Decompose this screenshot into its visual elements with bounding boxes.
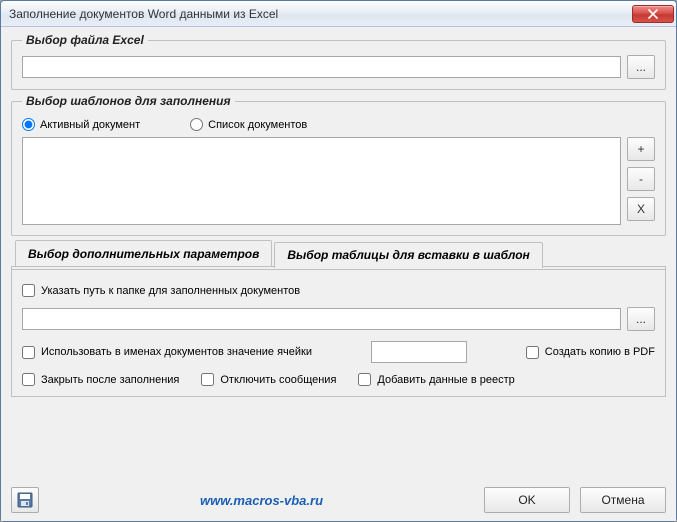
tab-content-params: Указать путь к папке для заполненных док… xyxy=(12,269,665,396)
close-after-label: Закрыть после заполнения xyxy=(41,374,179,386)
templates-legend: Выбор шаблонов для заполнения xyxy=(22,94,235,108)
params-tabgroup: Выбор дополнительных параметров Выбор та… xyxy=(11,240,666,397)
window-title: Заполнение документов Word данными из Ex… xyxy=(9,7,632,21)
output-path-row: Указать путь к папке для заполненных док… xyxy=(22,284,655,297)
mute-label: Отключить сообщения xyxy=(220,374,336,386)
radio-active-document[interactable]: Активный документ xyxy=(22,118,140,131)
templates-listbox[interactable] xyxy=(22,137,621,225)
radio-active-label: Активный документ xyxy=(40,119,140,131)
tabstrip: Выбор дополнительных параметров Выбор та… xyxy=(15,239,666,265)
excel-path-input[interactable] xyxy=(22,56,621,78)
floppy-icon xyxy=(17,492,33,508)
footer-url: www.macros-vba.ru xyxy=(49,493,474,508)
use-cell-checkbox[interactable] xyxy=(22,346,35,359)
close-button[interactable] xyxy=(632,5,674,23)
radio-list-input[interactable] xyxy=(190,118,203,131)
output-path-input[interactable] xyxy=(22,308,621,330)
tab-additional-params[interactable]: Выбор дополнительных параметров xyxy=(15,240,272,266)
output-path-label: Указать путь к папке для заполненных док… xyxy=(41,285,300,297)
titlebar: Заполнение документов Word данными из Ex… xyxy=(1,1,676,27)
templates-group: Выбор шаблонов для заполнения Активный д… xyxy=(11,94,666,236)
excel-browse-button[interactable]: ... xyxy=(627,55,655,79)
output-browse-button[interactable]: ... xyxy=(627,307,655,331)
template-add-button[interactable]: + xyxy=(627,137,655,161)
pdf-checkbox[interactable] xyxy=(526,346,539,359)
radio-list-label: Список документов xyxy=(208,119,307,131)
close-after-checkbox[interactable] xyxy=(22,373,35,386)
use-cell-label: Использовать в именах документов значени… xyxy=(41,346,312,358)
excel-legend: Выбор файла Excel xyxy=(22,33,148,47)
mute-checkbox[interactable] xyxy=(201,373,214,386)
radio-document-list[interactable]: Список документов xyxy=(190,118,307,131)
save-button[interactable] xyxy=(11,487,39,513)
registry-label: Добавить данные в реестр xyxy=(377,374,514,386)
cell-value-input[interactable] xyxy=(371,341,467,363)
footer: www.macros-vba.ru OK Отмена xyxy=(1,481,676,521)
content-area: Выбор файла Excel ... Выбор шаблонов для… xyxy=(1,27,676,481)
pdf-label: Создать копию в PDF xyxy=(545,346,655,358)
radio-active-input[interactable] xyxy=(22,118,35,131)
cancel-button[interactable]: Отмена xyxy=(580,487,666,513)
main-window: Заполнение документов Word данными из Ex… xyxy=(0,0,677,522)
ok-button[interactable]: OK xyxy=(484,487,570,513)
template-remove-button[interactable]: - xyxy=(627,167,655,191)
tab-table-insert[interactable]: Выбор таблицы для вставки в шаблон xyxy=(274,242,542,268)
output-path-checkbox[interactable] xyxy=(22,284,35,297)
close-icon xyxy=(648,9,658,19)
template-clear-button[interactable]: X xyxy=(627,197,655,221)
registry-checkbox[interactable] xyxy=(358,373,371,386)
excel-file-group: Выбор файла Excel ... xyxy=(11,33,666,90)
